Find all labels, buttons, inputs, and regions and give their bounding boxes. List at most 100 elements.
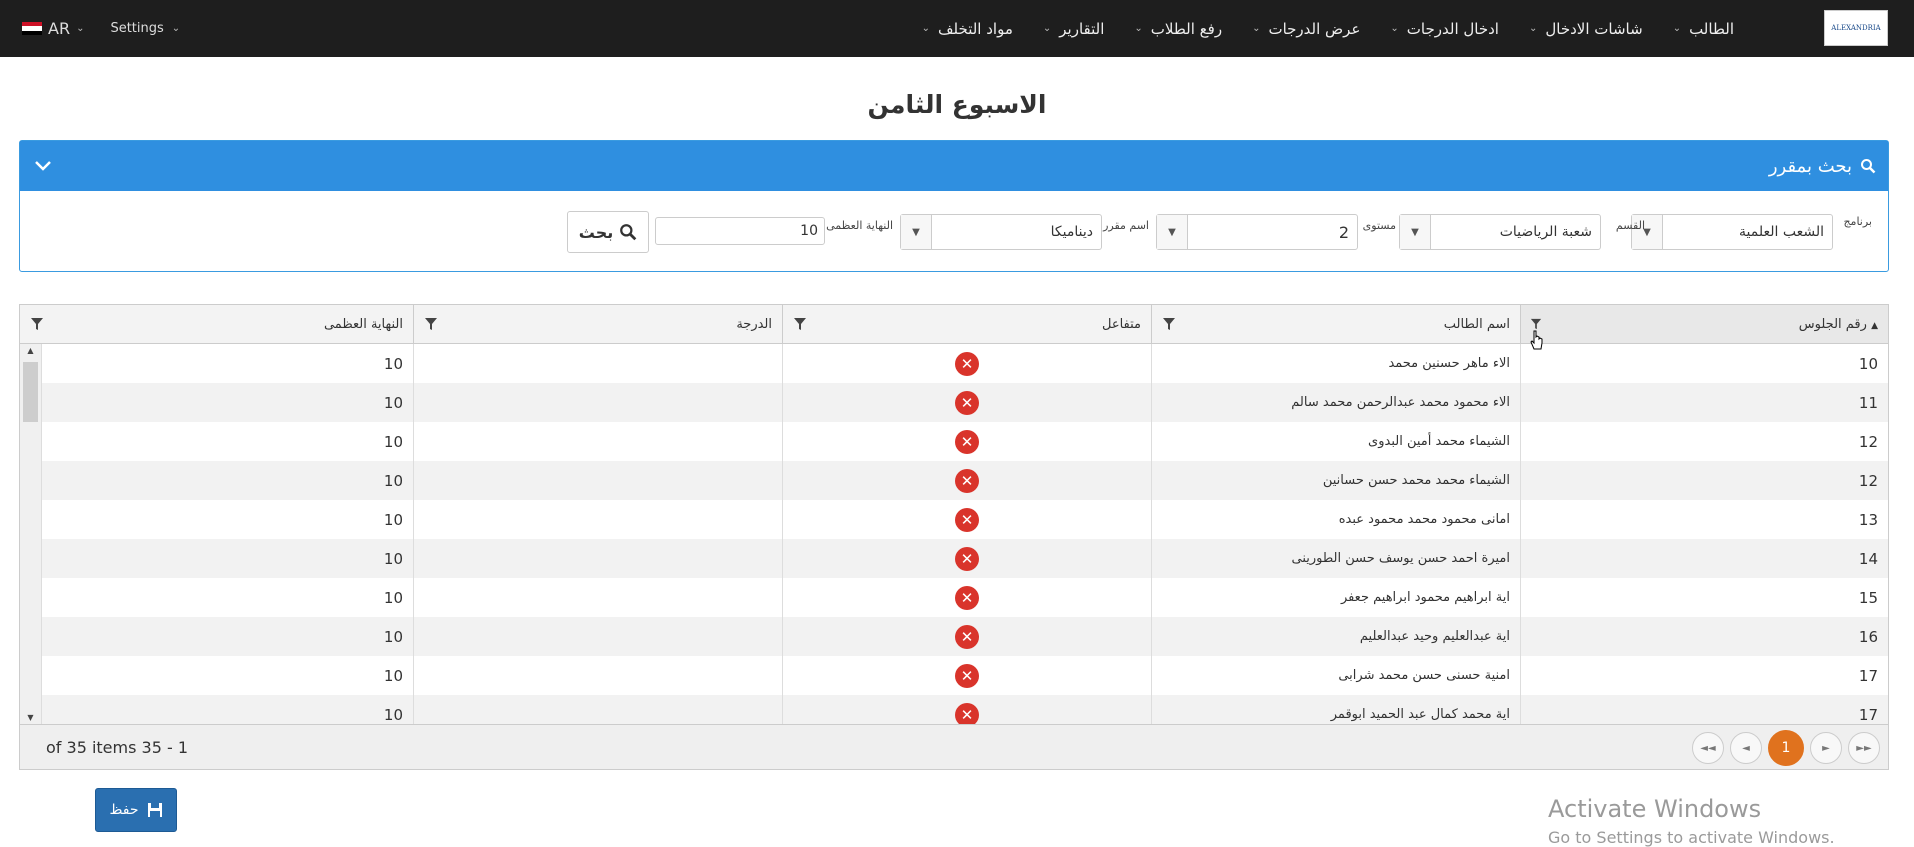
interactive-cell[interactable]: ✕ [782,383,1151,422]
last-page-icon[interactable]: ►► [1848,732,1880,764]
menu-input-screens[interactable]: شاشات الادخال ⌄ [1529,20,1643,38]
main-menu: الطالب ⌄ شاشات الادخال ⌄ ادخال الدرجات ⌄ عر… [892,0,1734,57]
collapse-chevron-icon[interactable] [34,156,52,177]
scroll-up-icon[interactable]: ▲ [20,344,41,358]
seat-number-cell: 14 [1520,539,1888,578]
scroll-thumb[interactable] [23,362,38,422]
student-name-cell: الاء محمود محمد عبدالرحمن محمد سالم [1151,383,1520,422]
not-interactive-x-icon[interactable]: ✕ [955,624,979,649]
language-selector[interactable]: AR ⌄ [22,19,84,38]
not-interactive-x-icon[interactable]: ✕ [955,585,979,610]
table-row[interactable]: 12 الشيماء محمد محمد حسن حسانين ✕ 10 [20,461,1888,500]
department-select[interactable]: شعبة الرياضيات ▼ [1399,214,1601,250]
max-score-cell: 10 [383,627,403,646]
column-title: رقم الجلوس [1798,316,1867,332]
not-interactive-x-icon[interactable]: ✕ [955,663,979,688]
not-interactive-x-icon[interactable]: ✕ [955,429,979,454]
search-panel-header[interactable]: بحث بمقرر [20,141,1888,191]
filter-icon[interactable] [424,317,438,331]
interactive-cell[interactable]: ✕ [782,539,1151,578]
column-header-grade[interactable]: الدرجة [413,305,782,343]
course-select[interactable]: ديناميكا ▼ [900,214,1102,250]
column-header-seat-no[interactable]: رقم الجلوس ▲ [1520,305,1888,343]
student-name-cell: اميرة احمد حسن يوسف حسن الطورينى [1151,539,1520,578]
student-name-cell: الاء ماهر حسنين محمد [1151,344,1520,383]
program-select[interactable]: الشعب العلمية ▼ [1631,214,1833,250]
column-header-max-score[interactable]: النهاية العظمى [20,305,413,343]
university-logo[interactable]: ALEXANDRIA [1824,10,1888,46]
grade-input-cell[interactable] [413,656,782,695]
student-name-cell: الشيماء محمد محمد حسن حسانين [1151,461,1520,500]
menu-view-grades[interactable]: عرض الدرجات ⌄ [1252,20,1360,38]
column-header-student-name[interactable]: اسم الطالب [1151,305,1520,343]
column-header-interactive[interactable]: متفاعل [782,305,1151,343]
activate-windows-watermark: Activate Windows [1548,795,1762,823]
table-row[interactable]: 10 الاء ماهر حسنين محمد ✕ 10 [20,344,1888,383]
filter-icon[interactable] [1162,317,1176,331]
settings-menu[interactable]: Settings ⌄ [110,21,180,36]
not-interactive-x-icon[interactable]: ✕ [955,702,979,725]
grade-input-cell[interactable] [413,422,782,461]
interactive-cell[interactable]: ✕ [782,617,1151,656]
grade-input-cell[interactable] [413,695,782,725]
level-select[interactable]: 2 ▼ [1156,214,1358,250]
grade-input-cell[interactable] [413,383,782,422]
seat-number-cell: 13 [1520,500,1888,539]
table-row[interactable]: 17 اية محمد كمال عبد الحميد ابوقمر ✕ 10 [20,695,1888,725]
dropdown-arrow-icon[interactable]: ▼ [1157,215,1188,249]
interactive-cell[interactable]: ✕ [782,500,1151,539]
menu-upload-students[interactable]: رفع الطلاب ⌄ [1134,20,1222,38]
grade-input-cell[interactable] [413,344,782,383]
first-page-icon[interactable]: ◄◄ [1692,732,1724,764]
menu-student[interactable]: الطالب ⌄ [1673,20,1734,38]
chevron-down-icon: ⌄ [1134,23,1143,34]
interactive-cell[interactable]: ✕ [782,422,1151,461]
grade-input-cell[interactable] [413,461,782,500]
page-number-current[interactable]: 1 [1768,730,1804,766]
table-row[interactable]: 12 الشيماء محمد أمين البدوى ✕ 10 [20,422,1888,461]
save-button[interactable]: حفظ [95,788,177,832]
table-row[interactable]: 14 اميرة احمد حسن يوسف حسن الطورينى ✕ 10 [20,539,1888,578]
dropdown-arrow-icon[interactable]: ▼ [901,215,932,249]
interactive-cell[interactable]: ✕ [782,578,1151,617]
not-interactive-x-icon[interactable]: ✕ [955,546,979,571]
grid-body: 10 الاء ماهر حسنين محمد ✕ 10 11 الاء محمود مح… [20,344,1888,725]
grid-header: رقم الجلوس ▲ اسم الطالب متفاعل الدرجة ال… [20,305,1888,344]
table-row[interactable]: 13 امانى محمود محمد محمود عبده ✕ 10 [20,500,1888,539]
menu-enter-grades[interactable]: ادخال الدرجات ⌄ [1390,20,1499,38]
search-button[interactable]: بحث [567,211,649,253]
not-interactive-x-icon[interactable]: ✕ [955,507,979,532]
student-name-cell: اية عبدالعليم وحيد عبدالعليم [1151,617,1520,656]
filter-icon[interactable] [793,317,807,331]
table-row[interactable]: 16 اية عبدالعليم وحيد عبدالعليم ✕ 10 [20,617,1888,656]
grade-input-cell[interactable] [413,539,782,578]
top-navbar: AR ⌄ Settings ⌄ الطالب ⌄ شاشات الادخال ⌄ ا… [0,0,1914,57]
filter-icon[interactable] [1530,317,1542,331]
menu-label: ادخال الدرجات [1406,19,1499,38]
max-score-input[interactable]: 10 [655,217,825,245]
interactive-cell[interactable]: ✕ [782,656,1151,695]
not-interactive-x-icon[interactable]: ✕ [955,468,979,493]
grid-vertical-scrollbar[interactable]: ▲ ▼ [20,344,42,725]
seat-number-cell: 17 [1520,656,1888,695]
menu-reports[interactable]: التقارير ⌄ [1043,20,1105,38]
table-row[interactable]: 17 امنية حسنى حسن محمد شرابى ✕ 10 [20,656,1888,695]
grade-input-cell[interactable] [413,578,782,617]
interactive-cell[interactable]: ✕ [782,695,1151,725]
dropdown-arrow-icon[interactable]: ▼ [1400,215,1431,249]
settings-label: Settings [110,21,164,36]
grade-input-cell[interactable] [413,500,782,539]
not-interactive-x-icon[interactable]: ✕ [955,390,979,415]
menu-failed-courses[interactable]: مواد التخلف ⌄ [922,20,1013,38]
interactive-cell[interactable]: ✕ [782,461,1151,500]
scroll-down-icon[interactable]: ▼ [20,711,41,725]
seat-number-cell: 15 [1520,578,1888,617]
table-row[interactable]: 11 الاء محمود محمد عبدالرحمن محمد سالم ✕ 10 [20,383,1888,422]
prev-page-icon[interactable]: ◄ [1730,732,1762,764]
grade-input-cell[interactable] [413,617,782,656]
not-interactive-x-icon[interactable]: ✕ [955,351,979,376]
next-page-icon[interactable]: ► [1810,732,1842,764]
filter-icon[interactable] [30,317,44,331]
table-row[interactable]: 15 اية ابراهيم محمود ابراهيم جعفر ✕ 10 [20,578,1888,617]
interactive-cell[interactable]: ✕ [782,344,1151,383]
